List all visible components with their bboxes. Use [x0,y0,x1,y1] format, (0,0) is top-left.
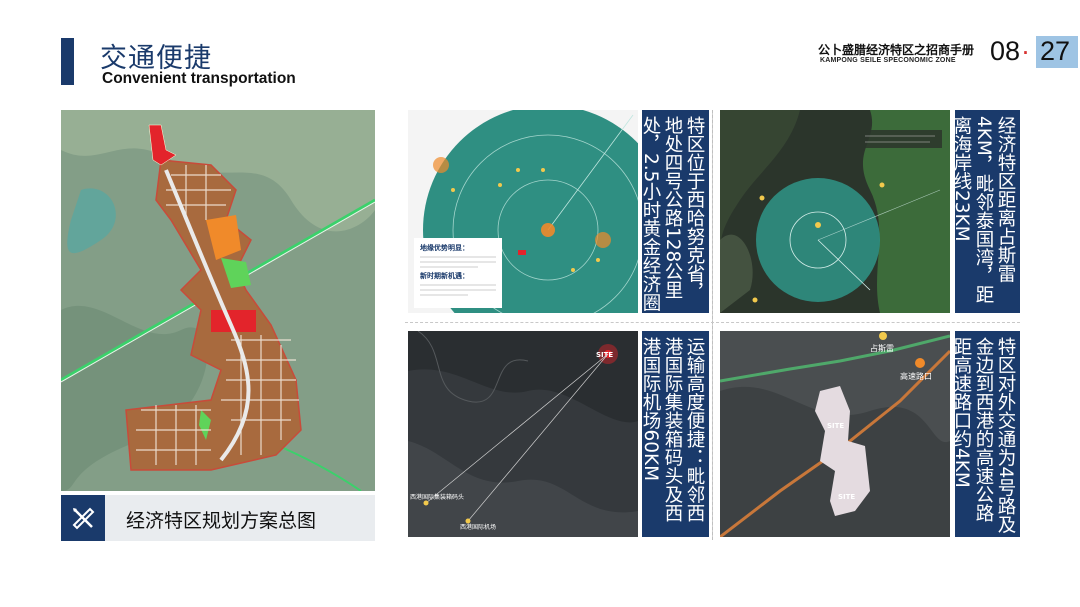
panel-divider-vertical [712,110,713,540]
zhansilei-label: 占斯雷 [870,343,894,353]
map-caption: 经济特区规划方案总图 [126,510,317,532]
coastline-description: 经济特区距离占斯雷4KM，毗邻泰国湾，距离海岸线23KM [951,110,1020,313]
section-number: 08 [990,36,1021,66]
highway-exit-label: 高速路口 [900,371,932,381]
port-airport-map: SITE 西港国际集装箱码头 西港国际机场 [408,331,638,537]
coastline-text: 经济特区距离占斯雷4KM，毗邻泰国湾，距离海岸线23KM [951,116,1016,304]
master-plan-map [61,110,375,491]
site-label-1: SITE [827,422,844,430]
highway-access-map: SITE SITE 占斯雷 高速路口 [720,331,950,537]
page-number: 27 [1040,36,1071,66]
location-text: 特区位于西哈努克省，地处四号公路128公里处，2.5小时黄金经济圈 [640,116,705,312]
highway-description: 特区对外交通为4号路及金边到西港的高速公路距高速路口约4KM [951,331,1020,537]
brand-name: 公卜盛腊经济特区之招商手册 [818,43,975,57]
ruler-pencil-icon [61,495,105,541]
transport-description: 运输高度便捷：毗邻西港国际集装箱码头及西港国际机场60KM [640,331,709,537]
legend-title-2: 新时期新机遇： [420,271,469,280]
airport-label: 西港国际机场 [460,523,496,531]
site-label-2: SITE [838,493,855,501]
title-accent-bar [61,38,74,85]
page-subtitle: Convenient transportation [102,70,296,87]
brand-name-en: KAMPONG SEILE SPECONOMIC ZONE [820,57,956,64]
page-separator: · [1021,36,1030,66]
coastline-distance-map [720,110,950,313]
regional-location-map: 地缘优势明显： 新时期新机遇： [408,110,638,313]
transport-text: 运输高度便捷：毗邻西港国际集装箱码头及西港国际机场60KM [640,337,705,522]
panel-divider-horizontal [405,322,1020,323]
location-description: 特区位于西哈努克省，地处四号公路128公里处，2.5小时黄金经济圈 [640,110,709,313]
legend-title-1: 地缘优势明显： [420,243,469,252]
highway-text: 特区对外交通为4号路及金边到西港的高速公路距高速路口约4KM [951,337,1016,534]
port-label: 西港国际集装箱码头 [410,493,464,501]
